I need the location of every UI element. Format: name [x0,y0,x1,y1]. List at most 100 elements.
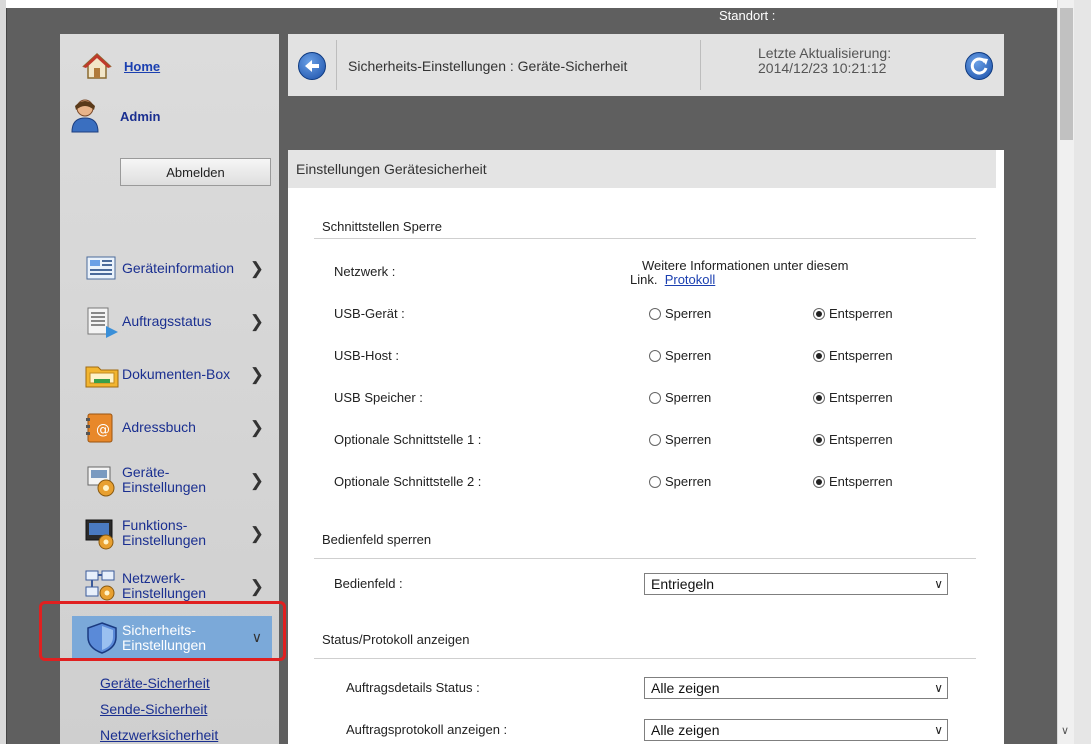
divider [314,558,976,559]
select-value: Entriegeln [651,576,715,592]
optional-interface-2-lock-radio[interactable]: Sperren [649,474,711,489]
sidebar-item-device-info[interactable]: Geräteinformation ❯ [84,246,274,290]
logout-button[interactable]: Abmelden [120,158,271,186]
usb-host-lock-radio[interactable]: Sperren [649,348,711,363]
chevron-right-icon: ❯ [249,365,264,384]
device-settings-icon [84,463,120,497]
network-info-text: Weitere Informationen unter diesem [642,258,849,273]
usb-storage-unlock-radio[interactable]: Entsperren [813,390,893,405]
job-details-status-select[interactable]: Alle zeigen ∨ [644,677,948,699]
window-edge-right [1074,0,1091,744]
radio-label: Entsperren [829,306,893,321]
browser-content: Standort : Home Admin Abmelden Geräteinf… [6,8,1058,744]
section-title-status-log: Status/Protokoll anzeigen [322,632,470,647]
chevron-down-icon: ∨ [934,681,943,695]
sidebar-item-job-status[interactable]: Auftragsstatus ❯ [84,299,274,343]
user-name: Admin [120,108,161,124]
section-title-panel-lock: Bedienfeld sperren [322,532,432,547]
last-update-value: 2014/12/23 10:21:12 [758,60,887,76]
page-title: Sicherheits-Einstellungen : Geräte-Siche… [348,58,628,74]
user-avatar-icon [71,99,99,133]
optional-interface-2-unlock-radio[interactable]: Entsperren [813,474,893,489]
usb-host-label: USB-Host : [334,348,400,363]
optional-interface-1-unlock-radio[interactable]: Entsperren [813,432,893,447]
chevron-down-icon: ∨ [251,629,262,645]
device-info-icon [84,251,120,285]
section-title-interface-lock: Schnittstellen Sperre [322,219,442,234]
usb-device-unlock-radio[interactable]: Entsperren [813,306,893,321]
sidebar: Home Admin Abmelden Geräteinformation ❯ … [60,34,279,744]
radio-label: Entsperren [829,474,893,489]
usb-device-label: USB-Gerät : [334,306,405,321]
network-settings-icon [84,569,120,603]
location-label: Standort : [719,8,776,23]
protocol-link[interactable]: Protokoll [665,272,716,287]
usb-storage-label: USB Speicher : [334,390,423,405]
sidebar-item-label: Netzwerk-Einstellungen [122,570,207,601]
radio-circle [649,433,661,446]
sidebar-item-security-settings[interactable]: Sicherheits-Einstellungen ∨ [72,616,272,660]
optional-interface-1-lock-radio[interactable]: Sperren [649,432,711,447]
arrow-left-icon [305,60,319,72]
panel-lock-select[interactable]: Entriegeln ∨ [644,573,948,595]
sidebar-item-label: Funktions-Einstellungen [122,517,207,548]
sidebar-item-label: Adressbuch [122,418,196,435]
divider [314,658,976,659]
refresh-icon [970,57,988,75]
usb-device-lock-radio[interactable]: Sperren [649,306,711,321]
radio-label: Sperren [665,306,712,321]
sublink-network-security[interactable]: Netzwerksicherheit [100,727,218,743]
svg-text:@: @ [96,422,110,438]
chevron-right-icon: ❯ [249,471,264,490]
network-info-text2: Link. [630,272,658,287]
sidebar-item-document-box[interactable]: Dokumenten-Box ❯ [84,352,274,396]
vertical-scrollbar[interactable]: ∨ [1057,0,1075,744]
divider [336,40,337,90]
radio-label: Entsperren [829,390,893,405]
sidebar-item-network-settings[interactable]: Netzwerk-Einstellungen ❯ [84,564,274,608]
radio-circle [813,307,825,320]
chevron-right-icon: ❯ [249,312,264,331]
back-button[interactable] [298,52,326,80]
usb-host-unlock-radio[interactable]: Entsperren [813,348,893,363]
document-box-icon [84,357,120,391]
sidebar-item-address-book[interactable]: @ Adressbuch ❯ [84,405,274,449]
optional-interface-1-label: Optionale Schnittstelle 1 : [334,432,482,447]
radio-circle [813,475,825,488]
sidebar-item-label: Geräteinformation [122,259,235,276]
network-info-line2: Link. Protokoll [630,273,848,287]
panel-title: Einstellungen Gerätesicherheit [288,150,996,188]
radio-label: Entsperren [829,348,893,363]
sublink-device-security[interactable]: Geräte-Sicherheit [100,675,210,691]
home-icon[interactable] [82,52,112,80]
last-update-label: Letzte Aktualisierung: [758,45,892,61]
address-book-icon: @ [84,410,120,444]
optional-interface-2-label: Optionale Schnittstelle 2 : [334,474,482,489]
job-details-status-label: Auftragsdetails Status : [346,680,480,695]
network-info: Weitere Informationen unter diesem Link.… [630,259,848,287]
select-value: Alle zeigen [651,722,720,738]
refresh-button[interactable] [965,52,993,80]
chevron-down-icon: ∨ [934,723,943,737]
chevron-down-icon: ∨ [934,577,943,591]
scrollbar-thumb[interactable] [1060,8,1073,140]
radio-circle [649,391,661,404]
radio-circle [813,391,825,404]
radio-label: Sperren [665,474,712,489]
sidebar-item-device-settings[interactable]: Geräte-Einstellungen ❯ [84,458,274,502]
scroll-down-icon[interactable]: ∨ [1061,724,1069,737]
job-log-label: Auftragsprotokoll anzeigen : [346,722,508,737]
radio-label: Entsperren [829,432,893,447]
divider [314,238,976,239]
user-row: Admin [70,98,160,134]
sidebar-item-function-settings[interactable]: Funktions-Einstellungen ❯ [84,511,274,555]
panel-lock-label: Bedienfeld : [334,576,403,591]
sublink-send-security[interactable]: Sende-Sicherheit [100,701,207,717]
radio-circle [649,349,661,362]
job-log-select[interactable]: Alle zeigen ∨ [644,719,948,741]
radio-circle [649,307,661,320]
radio-circle [649,475,661,488]
home-link[interactable]: Home [124,59,160,74]
usb-storage-lock-radio[interactable]: Sperren [649,390,711,405]
chevron-right-icon: ❯ [249,259,264,278]
